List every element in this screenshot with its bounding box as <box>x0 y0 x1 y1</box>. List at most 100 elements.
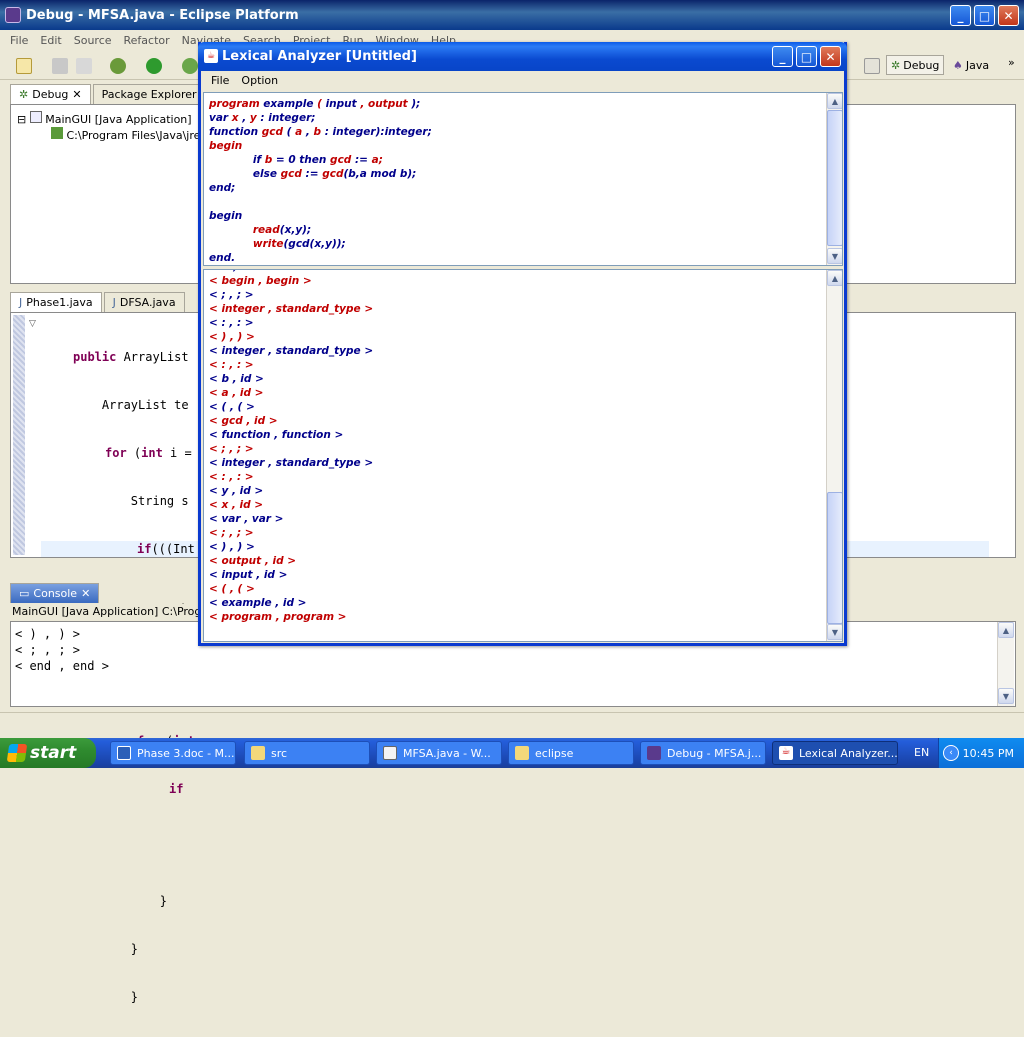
print-icon[interactable] <box>76 58 92 74</box>
tree-row-jre[interactable]: C:\Program Files\Java\jre1 <box>51 127 207 142</box>
source-segment: := <box>305 168 323 180</box>
task-lexical-analyzer[interactable]: ☕ Lexical Analyzer... <box>772 741 898 765</box>
eclipse-title: Debug - MFSA.java - Eclipse Platform <box>26 7 299 23</box>
token-line: < ( , ( > <box>209 583 255 595</box>
language-indicator[interactable]: EN <box>914 746 929 759</box>
task-eclipse-debug[interactable]: Debug - MFSA.j... <box>640 741 766 765</box>
minimize-button[interactable]: _ <box>950 5 971 26</box>
menu-edit[interactable]: Edit <box>34 34 67 47</box>
wordpad-icon <box>383 746 397 760</box>
start-button[interactable]: start <box>0 738 96 768</box>
source-segment: b <box>264 154 276 166</box>
source-segment: end; <box>209 182 236 194</box>
java-file-icon: J <box>112 296 116 309</box>
source-segment: program <box>209 98 264 110</box>
token-line: < ; , ; > <box>209 527 254 539</box>
source-line: var x , y : integer; <box>209 111 432 125</box>
tray-arrow-icon[interactable]: ‹ <box>943 745 959 761</box>
source-segment: a; <box>371 154 383 166</box>
close-button[interactable]: ✕ <box>998 5 1019 26</box>
token-line: < ) , ) > <box>209 541 255 553</box>
code-line: } <box>73 990 139 1004</box>
lexical-menu-option[interactable]: Option <box>235 74 284 87</box>
debug-icon[interactable] <box>110 58 126 74</box>
source-segment: x <box>231 112 243 124</box>
source-line: function gcd ( a , b : integer):integer; <box>209 125 432 139</box>
source-segment: ); <box>411 98 421 110</box>
token-scrollbar[interactable]: ▲ ▼ <box>826 270 842 641</box>
code-line: } <box>73 894 167 908</box>
scroll-down-button[interactable]: ▼ <box>827 248 842 264</box>
token-line: < begin , begin > <box>209 275 312 287</box>
tree-row-maingui[interactable]: ⊟ MainGUI [Java Application] <box>17 111 192 126</box>
task-src[interactable]: src <box>244 741 370 765</box>
run-icon[interactable] <box>146 58 162 74</box>
task-phase3-doc[interactable]: Phase 3.doc - M... <box>110 741 236 765</box>
menu-file[interactable]: File <box>4 34 34 47</box>
perspective-debug[interactable]: ✲ Debug <box>886 55 944 75</box>
status-bar <box>0 712 1024 736</box>
token-line: < integer , standard_type > <box>209 345 374 357</box>
system-tray: ‹ 10:45 PM <box>938 738 1024 768</box>
source-segment: var <box>209 112 232 124</box>
source-segment: (x,y); <box>279 224 312 236</box>
new-icon[interactable] <box>16 58 32 74</box>
source-segment <box>209 224 253 236</box>
scroll-up-button[interactable]: ▲ <box>827 93 842 109</box>
token-line: < ( , ( > <box>209 401 255 413</box>
tab-package-explorer[interactable]: Package Explorer <box>92 84 206 104</box>
tab-debug[interactable]: ✲ Debug ✕ <box>10 84 91 104</box>
source-segment: ( <box>317 98 326 110</box>
lexical-maximize-button[interactable]: □ <box>796 46 817 67</box>
perspective-java[interactable]: ♠ Java <box>948 55 1000 75</box>
java-perspective-icon: ♠ <box>953 58 963 72</box>
debug-ruler <box>13 315 25 555</box>
lexical-minimize-button[interactable]: _ <box>772 46 793 67</box>
source-input-pane[interactable]: program example ( input , output ); var x… <box>203 92 843 266</box>
task-eclipse-folder[interactable]: eclipse <box>508 741 634 765</box>
scroll-up-button[interactable]: ▲ <box>827 270 842 286</box>
token-line: < program , program > <box>209 611 347 623</box>
token-line: < : , : > <box>209 359 254 371</box>
code-line: for (int i = <box>105 446 192 460</box>
menu-refactor[interactable]: Refactor <box>118 34 176 47</box>
scroll-up-button[interactable]: ▲ <box>998 622 1014 638</box>
source-segment: , <box>360 98 368 110</box>
menu-source[interactable]: Source <box>68 34 118 47</box>
token-line: < function , function > <box>209 429 344 441</box>
token-line: < b , id > <box>209 373 264 385</box>
tab-console[interactable]: ▭ Console ✕ <box>10 583 100 603</box>
scroll-thumb[interactable] <box>827 492 842 624</box>
source-segment: output <box>367 98 412 110</box>
process-icon <box>51 127 63 139</box>
task-mfsa-wordpad[interactable]: MFSA.java - W... <box>376 741 502 765</box>
token-output-pane[interactable]: < if , if > < begin , begin >< ; , ; >< … <box>203 269 843 642</box>
token-line: < output , id > <box>209 555 297 567</box>
lexical-menu-file[interactable]: File <box>205 74 235 87</box>
tab-dfsa-java[interactable]: J DFSA.java <box>103 292 185 312</box>
source-segment: y <box>249 112 261 124</box>
close-tab-icon[interactable]: ✕ <box>81 587 90 600</box>
scroll-down-button[interactable]: ▼ <box>998 688 1014 704</box>
code-line: } <box>73 942 139 956</box>
source-scrollbar[interactable]: ▲ ▼ <box>826 93 842 265</box>
fold-icon[interactable]: ▽ <box>29 319 36 329</box>
open-perspective-icon[interactable] <box>864 58 880 74</box>
scroll-thumb[interactable] <box>827 110 842 246</box>
save-icon[interactable] <box>52 58 68 74</box>
more-perspectives-icon[interactable]: » <box>1008 56 1015 69</box>
source-segment: begin <box>209 210 243 222</box>
java-cup-icon: ☕ <box>779 746 793 760</box>
close-tab-icon[interactable]: ✕ <box>72 88 81 101</box>
source-line: write(gcd(x,y)); <box>209 237 432 251</box>
source-text[interactable]: program example ( input , output ); var x… <box>209 97 432 265</box>
source-segment: begin <box>209 140 243 152</box>
external-tools-icon[interactable] <box>182 58 198 74</box>
source-segment: read <box>252 224 280 236</box>
scroll-down-button[interactable]: ▼ <box>827 624 842 640</box>
console-scrollbar[interactable]: ▲ ▼ <box>997 622 1014 706</box>
tab-phase1-java[interactable]: J Phase1.java <box>10 292 102 312</box>
maximize-button[interactable]: □ <box>974 5 995 26</box>
lexical-close-button[interactable]: ✕ <box>820 46 841 67</box>
lexical-analyzer-window: ☕ Lexical Analyzer [Untitled] _ □ ✕ File… <box>198 42 847 646</box>
